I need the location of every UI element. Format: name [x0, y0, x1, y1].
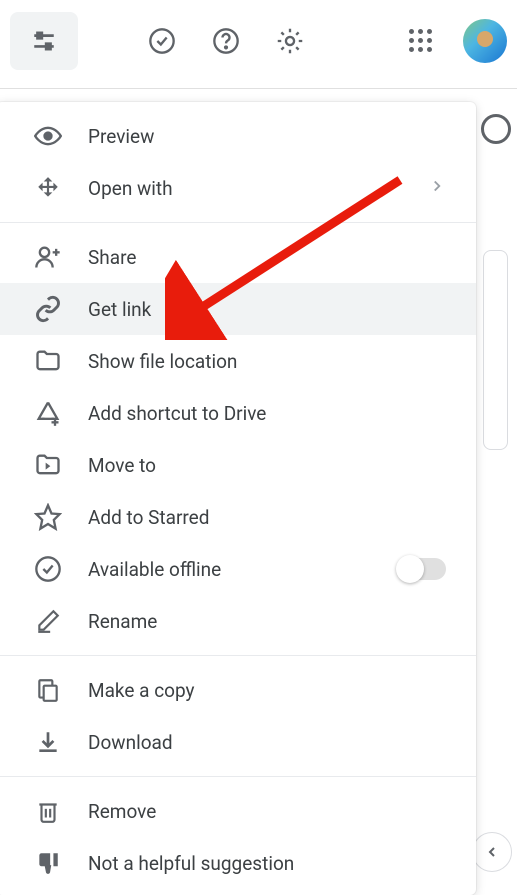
menu-share[interactable]: Share — [0, 231, 476, 283]
menu-get-link[interactable]: Get link — [0, 283, 476, 335]
thumbs-down-icon — [34, 849, 62, 877]
menu-available-offline[interactable]: Available offline — [0, 543, 476, 595]
menu-label: Available offline — [88, 558, 398, 581]
menu-preview[interactable]: Preview — [0, 110, 476, 162]
menu-show-location[interactable]: Show file location — [0, 335, 476, 387]
settings-button[interactable] — [276, 27, 304, 55]
menu-label: Rename — [88, 610, 456, 633]
google-apps-button[interactable] — [409, 29, 433, 53]
person-add-icon — [34, 243, 62, 271]
eye-icon — [34, 122, 62, 150]
help-icon — [212, 27, 240, 55]
gear-icon — [276, 27, 304, 55]
menu-rename[interactable]: Rename — [0, 595, 476, 647]
folder-move-icon — [34, 451, 62, 479]
divider — [0, 222, 476, 223]
background-panel — [483, 250, 508, 450]
menu-label: Show file location — [88, 350, 456, 373]
menu-remove[interactable]: Remove — [0, 785, 476, 837]
menu-label: Open with — [88, 177, 428, 200]
menu-label: Make a copy — [88, 679, 456, 702]
offline-icon — [34, 555, 62, 583]
menu-label: Preview — [88, 125, 456, 148]
download-icon — [34, 728, 62, 756]
menu-download[interactable]: Download — [0, 716, 476, 768]
menu-not-helpful[interactable]: Not a helpful suggestion — [0, 837, 476, 889]
view-settings-button[interactable] — [10, 12, 78, 70]
pencil-icon — [34, 607, 62, 635]
copy-icon — [34, 676, 62, 704]
help-button[interactable] — [212, 27, 240, 55]
menu-make-copy[interactable]: Make a copy — [0, 664, 476, 716]
toolbar-icon-group — [148, 27, 304, 55]
menu-label: Remove — [88, 800, 456, 823]
link-icon — [34, 295, 62, 323]
menu-label: Move to — [88, 454, 456, 477]
tune-icon — [31, 28, 57, 54]
chevron-left-icon — [484, 844, 500, 860]
account-avatar[interactable] — [463, 19, 507, 63]
move-icon — [34, 174, 62, 202]
menu-label: Add to Starred — [88, 506, 456, 529]
folder-icon — [34, 347, 62, 375]
menu-label: Download — [88, 731, 456, 754]
check-circle-icon — [148, 27, 176, 55]
menu-label: Not a helpful suggestion — [88, 852, 456, 875]
background-element — [481, 114, 511, 144]
side-panel-toggle[interactable] — [472, 832, 512, 872]
chevron-right-icon — [428, 177, 446, 199]
offline-toggle[interactable] — [398, 558, 446, 580]
menu-add-shortcut[interactable]: Add shortcut to Drive — [0, 387, 476, 439]
top-toolbar — [0, 0, 517, 89]
divider — [0, 655, 476, 656]
menu-move-to[interactable]: Move to — [0, 439, 476, 491]
file-context-menu: Preview Open with Share Get link Show fi… — [0, 102, 476, 895]
star-icon — [34, 503, 62, 531]
menu-label: Share — [88, 246, 456, 269]
menu-label: Get link — [88, 298, 456, 321]
menu-label: Add shortcut to Drive — [88, 402, 456, 425]
toolbar-right — [409, 19, 507, 63]
menu-open-with[interactable]: Open with — [0, 162, 476, 214]
drive-shortcut-icon — [34, 399, 62, 427]
menu-add-starred[interactable]: Add to Starred — [0, 491, 476, 543]
ready-offline-button[interactable] — [148, 27, 176, 55]
trash-icon — [34, 797, 62, 825]
divider — [0, 776, 476, 777]
